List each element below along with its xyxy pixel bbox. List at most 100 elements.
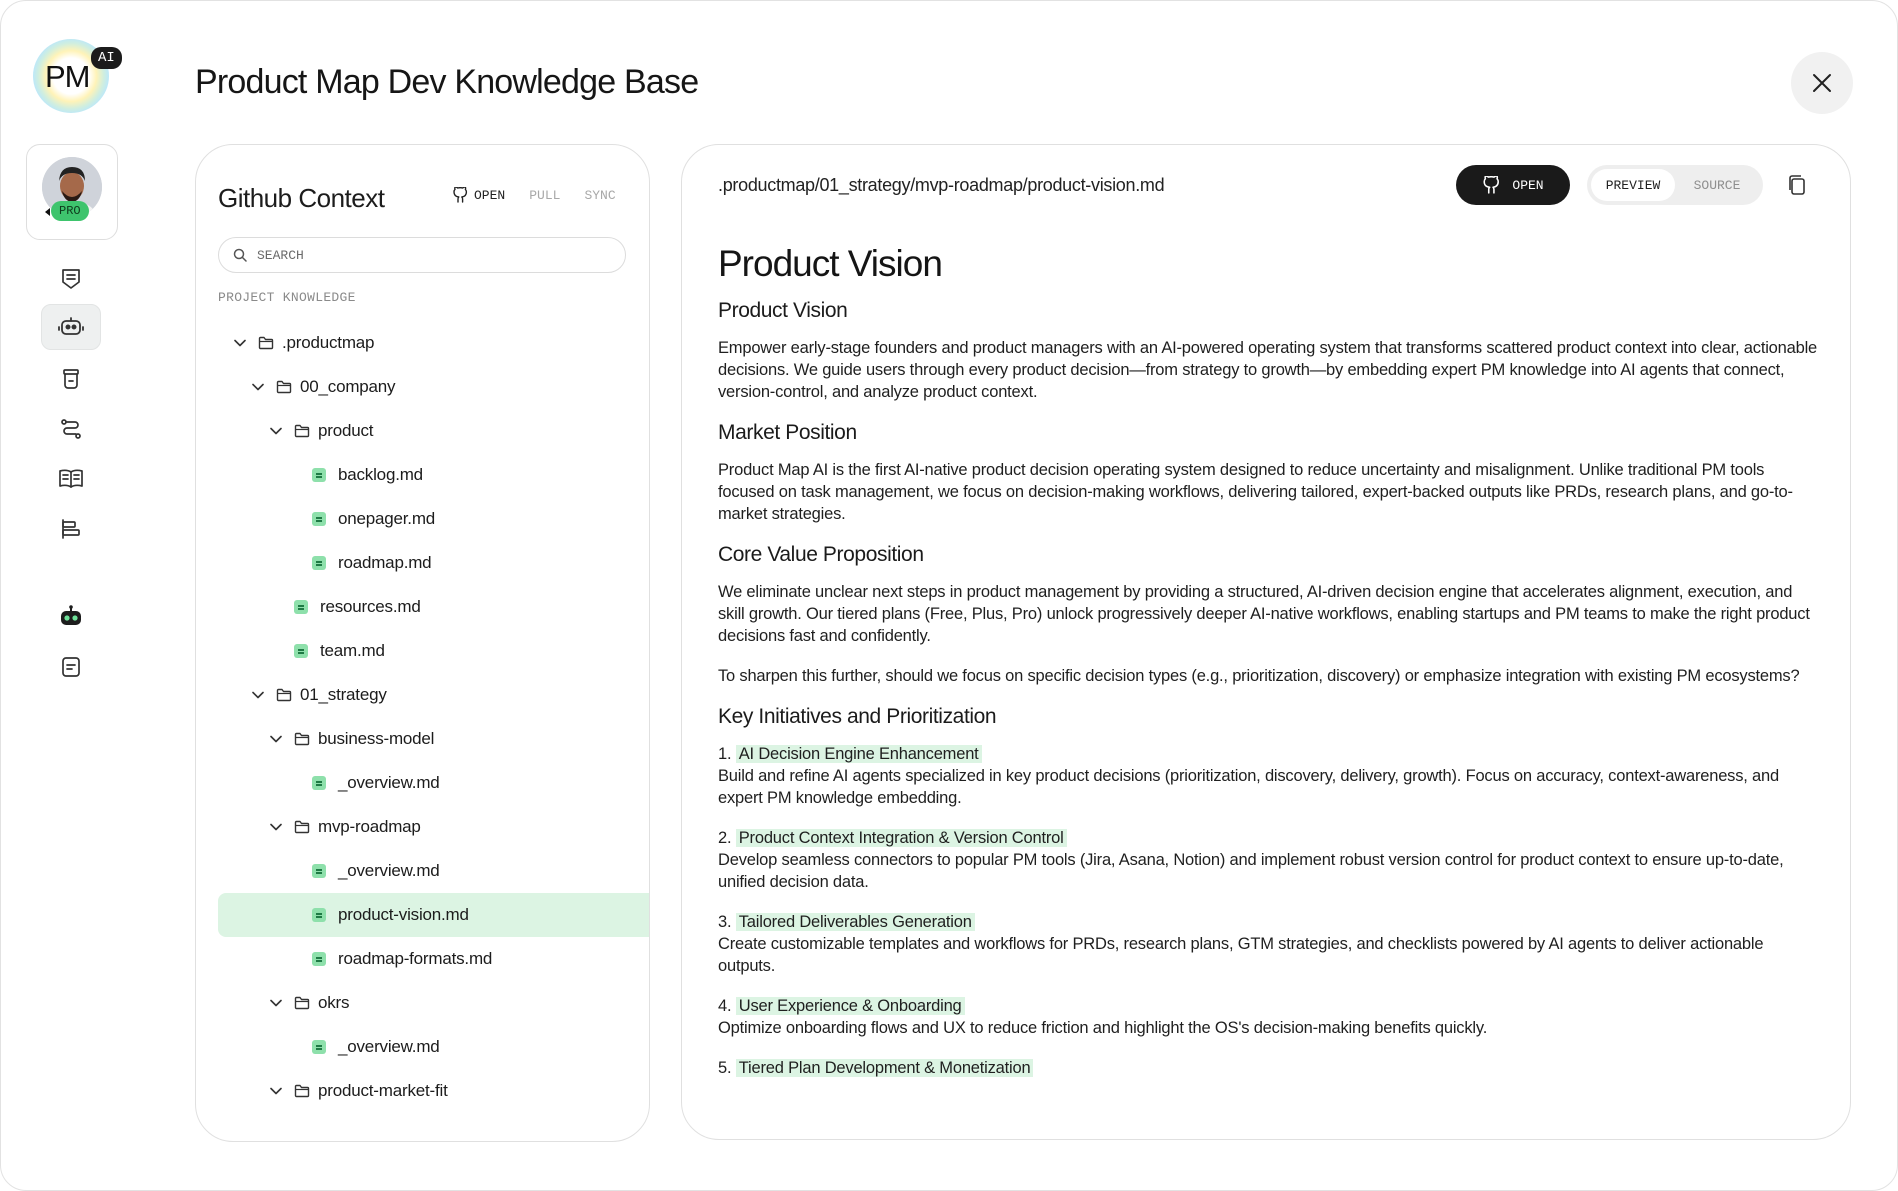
- tree-folder[interactable]: product: [218, 409, 649, 453]
- github-icon: [1483, 176, 1500, 194]
- tree-file[interactable]: _overview.md: [218, 1025, 649, 1069]
- initiative-number: 4.: [718, 997, 736, 1015]
- rail-docs[interactable]: [41, 456, 101, 502]
- initiative-title: Tiered Plan Development & Monetization: [735, 1059, 1034, 1077]
- view-toggle: PREVIEW SOURCE: [1587, 165, 1763, 205]
- github-open-button[interactable]: OPEN: [452, 187, 505, 203]
- tree-file[interactable]: product-vision.md: [218, 893, 649, 937]
- close-button[interactable]: [1791, 52, 1853, 114]
- tree-file[interactable]: onepager.md: [218, 497, 649, 541]
- tree-file[interactable]: _overview.md: [218, 761, 649, 805]
- open-in-github-button[interactable]: OPEN: [1456, 165, 1570, 205]
- chevron-down-icon[interactable]: [268, 823, 284, 831]
- initiative-description: Build and refine AI agents specialized i…: [718, 767, 1779, 807]
- tree-label: _overview.md: [338, 861, 440, 880]
- tree-label: backlog.md: [338, 465, 423, 484]
- doc-heading: Product Vision: [718, 243, 943, 284]
- tree-label: .productmap: [282, 333, 375, 352]
- tree-file[interactable]: roadmap-formats.md: [218, 937, 649, 981]
- book-icon: [59, 469, 83, 488]
- search-input[interactable]: [257, 247, 597, 263]
- folder-icon: [276, 688, 292, 702]
- chevron-down-icon[interactable]: [268, 999, 284, 1007]
- shield-list-icon: [62, 269, 80, 289]
- rail-shield-list[interactable]: [41, 256, 101, 302]
- file-icon: [312, 468, 326, 482]
- tree-file[interactable]: backlog.md: [218, 453, 649, 497]
- chevron-down-icon[interactable]: [268, 427, 284, 435]
- tree-label: product-market-fit: [318, 1081, 448, 1100]
- route-icon: [61, 419, 81, 439]
- tree-folder[interactable]: okrs: [218, 981, 649, 1025]
- rail-routes[interactable]: [41, 406, 101, 452]
- initiative-number: 1.: [718, 745, 736, 763]
- tree-file[interactable]: _overview.md: [218, 849, 649, 893]
- github-actions: OPEN PULL SYNC: [452, 187, 616, 203]
- github-pull-button[interactable]: PULL: [529, 188, 560, 203]
- chevron-down-icon[interactable]: [250, 691, 266, 699]
- tree-label: team.md: [320, 641, 385, 660]
- paragraph: Empower early-stage founders and product…: [718, 339, 1818, 401]
- chevron-down-icon[interactable]: [232, 339, 248, 347]
- rail-notes[interactable]: [41, 644, 101, 690]
- github-sync-button[interactable]: SYNC: [584, 188, 615, 203]
- open-label: OPEN: [1512, 177, 1544, 193]
- initiative-number: 3.: [718, 913, 736, 931]
- search-icon: [233, 248, 247, 262]
- document-body: Product Vision Product Vision Empower ea…: [718, 243, 1818, 1097]
- initiative-item: 2. Product Context Integration & Version…: [718, 827, 1818, 893]
- chevron-down-icon[interactable]: [268, 735, 284, 743]
- file-icon: [312, 864, 326, 878]
- tree-label: 01_strategy: [300, 685, 387, 704]
- tree-label: roadmap.md: [338, 553, 432, 572]
- tree-folder[interactable]: mvp-roadmap: [218, 805, 649, 849]
- file-icon: [312, 952, 326, 966]
- app-logo[interactable]: PM AI: [29, 37, 122, 113]
- folder-icon: [294, 1084, 310, 1098]
- robot-icon: [58, 317, 84, 335]
- tree-folder[interactable]: 00_company: [218, 365, 649, 409]
- initiatives-list: 1. AI Decision Engine Enhancement Build a…: [718, 743, 1818, 1079]
- tree-folder[interactable]: product-market-fit: [218, 1069, 649, 1113]
- initiative-title: AI Decision Engine Enhancement: [735, 745, 982, 763]
- file-icon: [312, 1040, 326, 1054]
- initiative-description: Optimize onboarding flows and UX to redu…: [718, 1019, 1488, 1037]
- paragraph: Product Map AI is the first AI-native pr…: [718, 461, 1793, 523]
- rail-storage[interactable]: [41, 356, 101, 402]
- tree-label: mvp-roadmap: [318, 817, 421, 836]
- copy-button[interactable]: [1784, 172, 1810, 198]
- chevron-down-icon[interactable]: [250, 383, 266, 391]
- status-indicator: [45, 208, 50, 216]
- file-path: .productmap/01_strategy/mvp-roadmap/prod…: [718, 175, 1165, 195]
- ai-badge: AI: [91, 47, 122, 69]
- tree-file[interactable]: team.md: [218, 629, 649, 673]
- initiative-item: 1. AI Decision Engine Enhancement Build a…: [718, 743, 1818, 809]
- tree-label: product-vision.md: [338, 905, 469, 924]
- file-icon: [294, 644, 308, 658]
- folder-icon: [276, 380, 292, 394]
- paragraph: To sharpen this further, should we focus…: [718, 667, 1800, 685]
- rail-assistant[interactable]: [41, 594, 101, 640]
- initiative-item: 5. Tiered Plan Development & Monetizatio…: [718, 1057, 1818, 1079]
- plan-badge: PRO: [51, 201, 89, 221]
- rail-roadmap[interactable]: [41, 506, 101, 552]
- app-window: PM AI Product Map Dev Knowledge Base PRO: [0, 0, 1898, 1191]
- tree-file[interactable]: roadmap.md: [218, 541, 649, 585]
- document-panel: .productmap/01_strategy/mvp-roadmap/prod…: [681, 144, 1851, 1140]
- tree-folder[interactable]: .productmap: [218, 321, 649, 365]
- initiative-item: 3. Tailored Deliverables Generation Creat…: [718, 911, 1818, 977]
- folder-icon: [294, 424, 310, 438]
- tree-file[interactable]: resources.md: [218, 585, 649, 629]
- file-icon: [312, 512, 326, 526]
- profile-card[interactable]: PRO: [26, 144, 118, 240]
- rail-agents[interactable]: [41, 304, 101, 350]
- section-heading: Core Value Proposition: [718, 543, 924, 566]
- source-tab[interactable]: SOURCE: [1675, 169, 1759, 201]
- preview-tab[interactable]: PREVIEW: [1591, 169, 1675, 201]
- tree-label: business-model: [318, 729, 435, 748]
- tree-folder[interactable]: 01_strategy: [218, 673, 649, 717]
- initiative-description: Create customizable templates and workfl…: [718, 935, 1764, 975]
- copy-icon: [1789, 175, 1805, 195]
- tree-folder[interactable]: business-model: [218, 717, 649, 761]
- chevron-down-icon[interactable]: [268, 1087, 284, 1095]
